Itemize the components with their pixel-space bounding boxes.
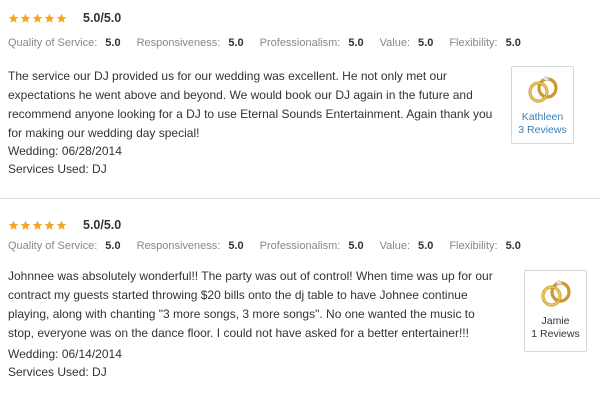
metric-label: Flexibility:	[449, 240, 498, 252]
divider	[0, 198, 600, 199]
review-text: The service our DJ provided us for our w…	[8, 69, 493, 140]
reviewer-card[interactable]: Kathleen 3 Reviews	[511, 66, 574, 144]
metric-value: 5.0	[105, 240, 121, 252]
star-icon	[56, 220, 67, 230]
reviewer-card[interactable]: Jamie 1 Reviews	[524, 270, 587, 352]
metric-flexibility: Flexibility: 5.0	[449, 37, 521, 49]
rating-metrics: Quality of Service: 5.0 Responsiveness: 5.…	[8, 240, 537, 252]
metric-flexibility: Flexibility: 5.0	[449, 240, 521, 252]
review-header: 5.0/5.0	[8, 9, 121, 27]
rating-metrics: Quality of Service: 5.0 Responsiveness: 5.…	[8, 37, 537, 49]
metric-professionalism: Professionalism: 5.0	[260, 240, 364, 252]
star-icon	[32, 220, 43, 230]
review-card: 5.0/5.0 Quality of Service: 5.0 Responsiv…	[0, 200, 600, 401]
review-card: 5.0/5.0 Quality of Service: 5.0 Responsiv…	[0, 0, 600, 198]
metric-value: 5.0	[505, 37, 521, 49]
star-icon	[44, 220, 55, 230]
star-icon	[20, 13, 31, 23]
wedding-date: Wedding: 06/14/2014	[8, 347, 122, 361]
metric-label: Professionalism:	[259, 37, 341, 49]
metric-responsiveness: Responsiveness: 5.0	[137, 37, 244, 49]
metric-value: 5.0	[505, 240, 521, 252]
star-rating	[8, 220, 67, 231]
star-icon	[32, 13, 43, 23]
metric-value: 5.0	[418, 240, 434, 252]
reviewer-name[interactable]: Kathleen	[512, 111, 573, 123]
services-used: Services Used: DJ	[8, 365, 107, 379]
metric-value-score: Value: 5.0	[380, 37, 434, 49]
reviewer-name[interactable]: Jamie	[525, 315, 586, 327]
star-icon	[56, 13, 67, 23]
metric-quality: Quality of Service: 5.0	[8, 240, 121, 252]
metric-value-score: Value: 5.0	[380, 240, 434, 252]
star-rating	[8, 13, 67, 24]
metric-value: 5.0	[105, 37, 121, 49]
star-icon	[20, 220, 31, 230]
metric-value: 5.0	[348, 240, 364, 252]
metric-value: 5.0	[228, 240, 244, 252]
metric-label: Value:	[379, 240, 411, 252]
reviewer-review-count[interactable]: 3 Reviews	[512, 123, 573, 138]
metric-label: Quality of Service:	[8, 37, 98, 49]
metric-label: Value:	[379, 37, 411, 49]
reviewer-review-count[interactable]: 1 Reviews	[525, 327, 586, 342]
metric-label: Quality of Service:	[8, 240, 98, 252]
wedding-rings-icon	[540, 279, 571, 307]
metric-label: Responsiveness:	[136, 37, 221, 49]
services-used: Services Used: DJ	[8, 162, 107, 176]
review-header: 5.0/5.0	[8, 216, 121, 234]
metric-label: Responsiveness:	[136, 240, 221, 252]
metric-professionalism: Professionalism: 5.0	[260, 37, 364, 49]
star-icon	[8, 13, 19, 23]
overall-rating: 5.0/5.0	[83, 11, 122, 25]
metric-label: Flexibility:	[449, 37, 498, 49]
metric-value: 5.0	[348, 37, 364, 49]
wedding-rings-icon	[527, 75, 558, 103]
metric-value: 5.0	[228, 37, 244, 49]
overall-rating: 5.0/5.0	[83, 218, 122, 232]
review-text: Johnnee was absolutely wonderful!! The p…	[8, 269, 493, 340]
metric-value: 5.0	[418, 37, 434, 49]
star-icon	[8, 220, 19, 230]
wedding-date: Wedding: 06/28/2014	[8, 144, 122, 158]
metric-quality: Quality of Service: 5.0	[8, 37, 121, 49]
metric-responsiveness: Responsiveness: 5.0	[137, 240, 244, 252]
metric-label: Professionalism:	[259, 240, 341, 252]
star-icon	[44, 13, 55, 23]
